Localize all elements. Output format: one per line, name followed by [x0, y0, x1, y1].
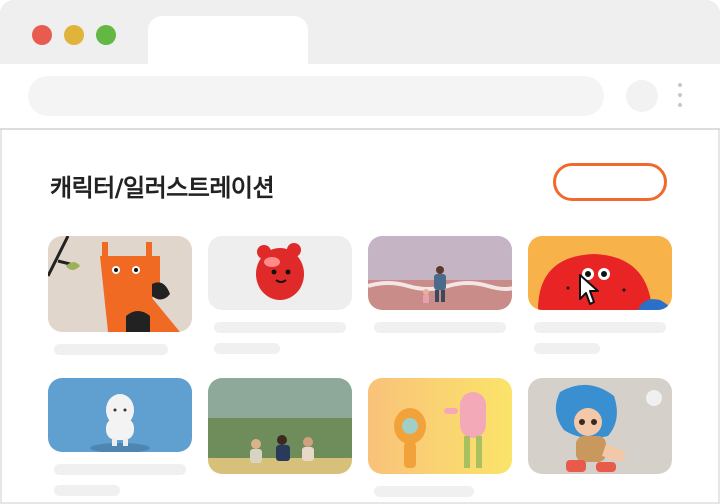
gallery-card[interactable] — [48, 378, 192, 496]
red-blob-illustration — [528, 236, 672, 310]
card-thumbnail[interactable] — [208, 378, 352, 474]
gallery-card[interactable] — [48, 236, 192, 355]
title-placeholder — [374, 486, 474, 497]
card-thumbnail[interactable] — [528, 378, 672, 474]
card-thumbnail[interactable] — [48, 378, 192, 452]
more-menu-icon[interactable] — [676, 83, 684, 111]
field-people-photo — [208, 378, 352, 474]
subtitle-placeholder — [214, 343, 280, 354]
title-placeholder — [214, 322, 346, 333]
view-more-button[interactable] — [553, 163, 667, 201]
browser-toolbar — [0, 64, 720, 130]
gummy-bear-illustration — [208, 236, 352, 310]
address-bar[interactable] — [28, 76, 604, 116]
minimize-window-button[interactable] — [64, 25, 84, 45]
card-thumbnail[interactable] — [208, 236, 352, 310]
gallery-card[interactable] — [368, 378, 512, 497]
browser-window: 캐릭터/일러스트레이션 — [0, 0, 720, 504]
title-placeholder — [54, 464, 186, 475]
lightbulb-creature-illustration — [368, 378, 512, 474]
card-thumbnail[interactable] — [48, 236, 192, 332]
close-window-button[interactable] — [32, 25, 52, 45]
gallery-card[interactable] — [528, 236, 672, 354]
browser-tab[interactable] — [148, 16, 308, 64]
profile-avatar[interactable] — [626, 80, 658, 112]
subtitle-placeholder — [54, 485, 120, 496]
gallery-card[interactable] — [208, 378, 352, 474]
arrow-pointer-icon — [579, 274, 599, 305]
subtitle-placeholder — [534, 343, 600, 354]
giraffe-illustration — [48, 236, 192, 332]
sheep-figure-illustration — [48, 378, 192, 452]
gallery-card[interactable] — [368, 236, 512, 333]
title-placeholder — [54, 344, 168, 355]
card-thumbnail[interactable] — [528, 236, 672, 310]
title-placeholder — [534, 322, 666, 333]
blue-haired-girl-illustration — [528, 378, 672, 474]
title-placeholder — [374, 322, 506, 333]
maximize-window-button[interactable] — [96, 25, 116, 45]
title-bar — [0, 0, 720, 64]
page-title: 캐릭터/일러스트레이션 — [50, 174, 275, 202]
gallery-card[interactable] — [528, 378, 672, 474]
card-thumbnail[interactable] — [368, 378, 512, 474]
gallery-card[interactable] — [208, 236, 352, 354]
card-thumbnail[interactable] — [368, 236, 512, 310]
beach-photo — [368, 236, 512, 310]
